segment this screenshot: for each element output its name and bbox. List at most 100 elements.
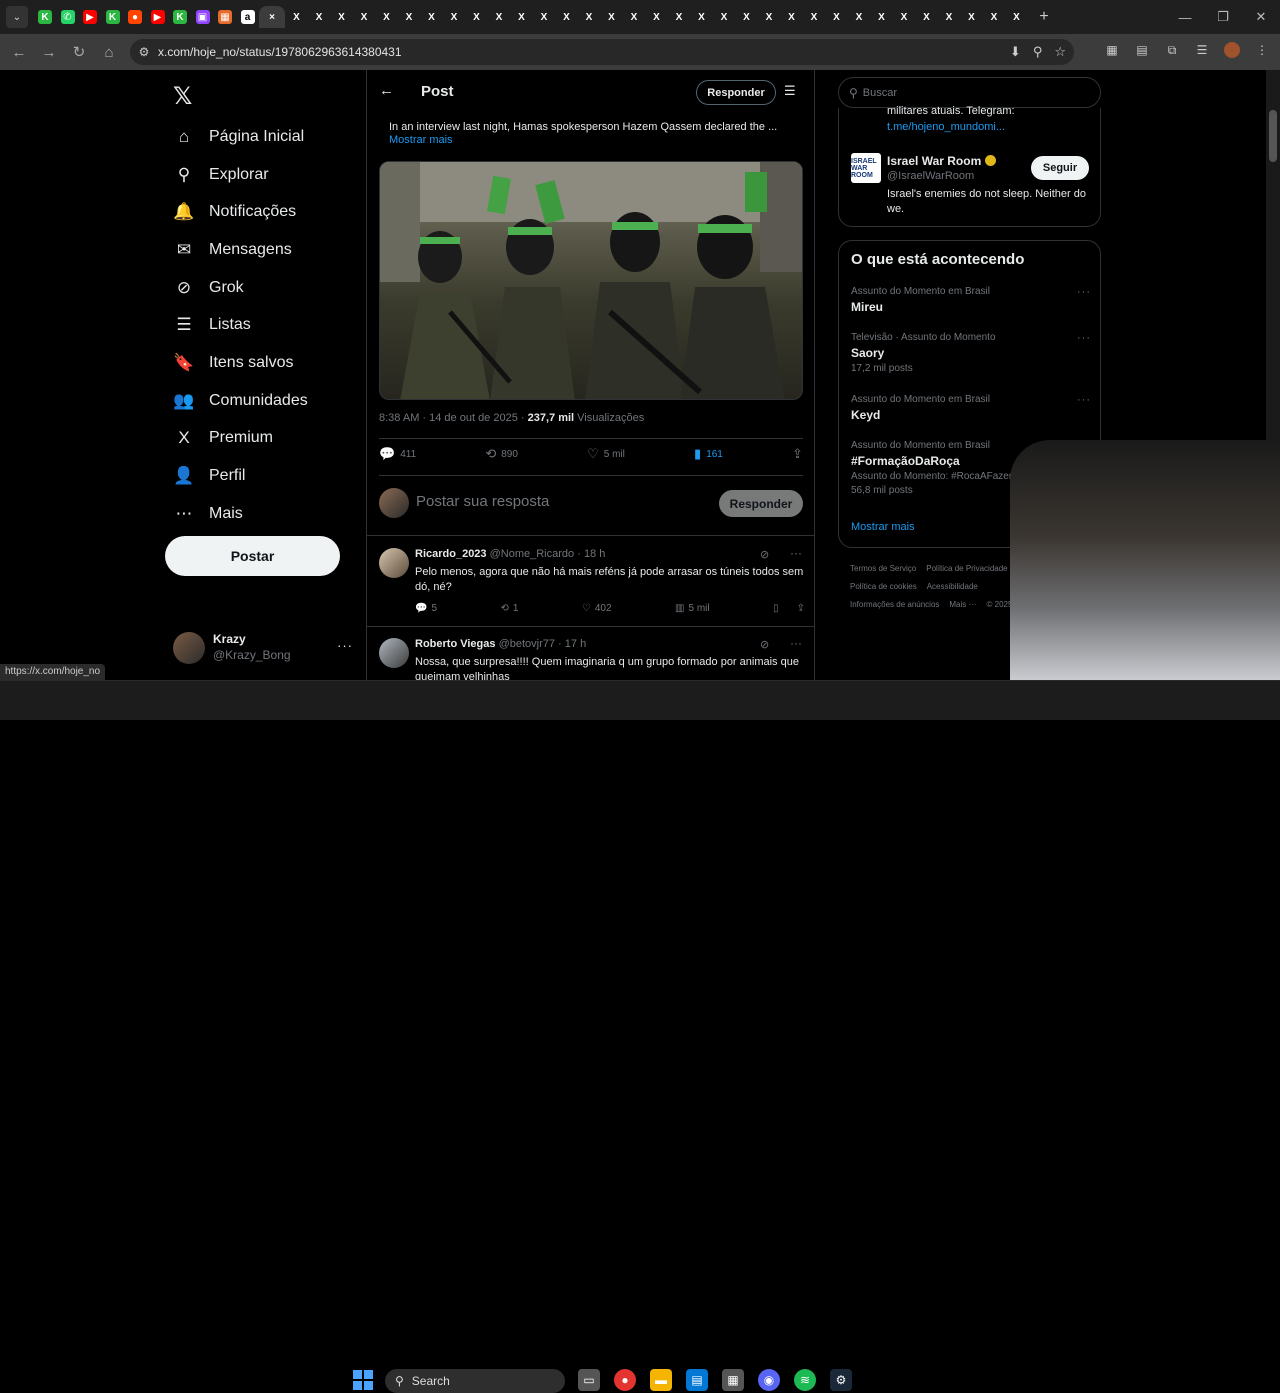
browser-tab[interactable]: X [466, 6, 488, 28]
browser-tab[interactable]: ▣ [192, 6, 214, 28]
browser-tab[interactable]: X [511, 6, 533, 28]
windows-start-icon[interactable] [353, 1370, 373, 1390]
browser-tab[interactable]: X [308, 6, 330, 28]
reply-author-name[interactable]: Ricardo_2023 [415, 548, 487, 560]
browser-tab[interactable]: X [556, 6, 578, 28]
grok-icon[interactable]: ⊘ [760, 548, 769, 561]
url-bar[interactable]: ⚙ x.com/hoje_no/status/19780629636143804… [130, 39, 1074, 65]
reply-author-name[interactable]: Roberto Viegas [415, 638, 496, 650]
browser-tab[interactable]: X [736, 6, 758, 28]
taskbar-search[interactable]: ⚲ Search [385, 1369, 565, 1393]
browser-tab[interactable]: X [668, 6, 690, 28]
account-switcher[interactable]: Krazy @Krazy_Bong ··· [173, 630, 353, 664]
calculator-icon[interactable]: ▦ [722, 1369, 744, 1391]
search-input[interactable]: ⚲ Buscar [838, 77, 1101, 108]
browser-tab[interactable]: X [488, 6, 510, 28]
browser-tab[interactable]: ▶ [147, 6, 169, 28]
more-options-icon[interactable]: ··· [790, 636, 802, 650]
trend-item[interactable]: Assunto do Momento em Brasil Mireu ··· [851, 286, 1091, 314]
bookmark-action[interactable]: ▯ ⇪ [773, 603, 805, 614]
more-options-icon[interactable]: ··· [337, 638, 353, 653]
browser-tab[interactable]: X [601, 6, 623, 28]
nav-item-premium[interactable]: X Premium [173, 423, 273, 453]
footer-link[interactable]: Termos de Serviço [850, 564, 916, 573]
post-button[interactable]: Postar [165, 536, 340, 576]
browser-tab[interactable]: X [376, 6, 398, 28]
more-options-icon[interactable]: ··· [1077, 394, 1091, 406]
repost-action[interactable]: ⟲ 1 [500, 603, 518, 614]
trend-item[interactable]: Televisão · Assunto do Momento Saory 17,2 … [851, 332, 1091, 374]
chrome-icon[interactable]: ● [614, 1369, 636, 1391]
minimize-button[interactable]: — [1166, 10, 1204, 25]
browser-tab[interactable]: a [237, 6, 259, 28]
nav-item-grok[interactable]: ⊘ Grok [173, 273, 244, 303]
browser-tab[interactable]: X [691, 6, 713, 28]
footer-link[interactable]: Política de Privacidade [926, 564, 1007, 573]
browser-tab[interactable]: X [533, 6, 555, 28]
spotify-icon[interactable]: ≋ [794, 1369, 816, 1391]
browser-tab[interactable]: K [34, 6, 56, 28]
browser-tab[interactable]: X [871, 6, 893, 28]
tab-search-button[interactable]: ⌄ [6, 6, 28, 28]
footer-link[interactable]: Informações de anúncios [850, 600, 939, 609]
task-view-icon[interactable]: ▭ [578, 1369, 600, 1391]
browser-tab[interactable]: X [623, 6, 645, 28]
like-action[interactable]: ♡ 402 [582, 603, 612, 614]
reply-item[interactable]: Roberto Viegas @betovjr77 · 17 h ⊘ ··· N… [367, 630, 814, 680]
views-action[interactable]: ▥ 5 mil [675, 603, 710, 614]
browser-tab[interactable]: X [286, 6, 308, 28]
more-options-icon[interactable]: ··· [790, 546, 802, 560]
footer-link[interactable]: Política de cookies [850, 582, 917, 591]
browser-tab[interactable]: K [169, 6, 191, 28]
show-more-trends-link[interactable]: Mostrar mais [851, 521, 915, 533]
browser-tab[interactable]: X [983, 6, 1005, 28]
nav-item-explorar[interactable]: ⚲ Explorar [173, 160, 269, 190]
scrollbar-thumb[interactable] [1269, 110, 1277, 162]
home-button[interactable]: ⌂ [94, 44, 124, 61]
browser-tab[interactable]: X [353, 6, 375, 28]
bookmark-star-icon[interactable]: ☆ [1054, 44, 1066, 60]
filter-icon[interactable]: ☰ [784, 83, 796, 99]
reading-list-icon[interactable]: ☰ [1194, 42, 1210, 58]
new-tab-button[interactable]: + [1034, 8, 1054, 26]
grok-icon[interactable]: ⊘ [760, 638, 769, 651]
browser-tab[interactable]: X [781, 6, 803, 28]
reply-action[interactable]: 💬 5 [415, 603, 437, 614]
browser-tab[interactable]: ▶ [79, 6, 101, 28]
nav-item-itens-salvos[interactable]: 🔖 Itens salvos [173, 348, 293, 378]
bookmark-action[interactable]: ▮ 161 [694, 446, 723, 462]
maximize-button[interactable]: ❐ [1204, 9, 1242, 25]
back-arrow-icon[interactable]: ← [379, 82, 394, 99]
forward-button[interactable]: → [34, 44, 64, 61]
tweet-image[interactable] [379, 161, 803, 400]
telegram-link[interactable]: t.me/hojeno_mundomi... [887, 121, 1005, 133]
browser-tab[interactable]: X [893, 6, 915, 28]
install-icon[interactable]: ⬇ [1010, 44, 1021, 60]
more-options-icon[interactable]: ··· [1077, 286, 1091, 298]
browser-tab[interactable]: K [102, 6, 124, 28]
browser-tab[interactable]: X [443, 6, 465, 28]
nav-item-p-gina-inicial[interactable]: ⌂ Página Inicial [173, 122, 304, 152]
reply-header-button[interactable]: Responder [696, 80, 776, 105]
nav-item-comunidades[interactable]: 👥 Comunidades [173, 386, 307, 416]
reply-input[interactable]: Postar sua resposta [416, 493, 549, 510]
browser-tab[interactable]: ● [124, 6, 146, 28]
puzzle-icon[interactable]: ⧉ [1164, 42, 1180, 58]
nav-item-mensagens[interactable]: ✉ Mensagens [173, 235, 292, 265]
like-action[interactable]: ♡ 5 mil [587, 446, 625, 462]
browser-tab[interactable]: X [938, 6, 960, 28]
browser-tab[interactable]: X [398, 6, 420, 28]
reply-submit-button[interactable]: Responder [719, 490, 803, 517]
more-options-icon[interactable]: ··· [1077, 332, 1091, 344]
show-more-link[interactable]: Mostrar mais [389, 134, 453, 146]
footer-link[interactable]: Mais ··· [949, 600, 976, 609]
reply-action[interactable]: 💬 411 [379, 446, 416, 462]
steam-icon[interactable]: ⚙ [830, 1369, 852, 1391]
site-info-icon[interactable]: ⚙ [130, 45, 158, 59]
zoom-icon[interactable]: ⚲ [1033, 44, 1043, 60]
reload-button[interactable]: ↻ [64, 43, 94, 61]
browser-tab[interactable]: X [331, 6, 353, 28]
close-window-button[interactable]: ✕ [1242, 9, 1280, 25]
footer-link[interactable]: Acessibilidade [927, 582, 978, 591]
browser-tab[interactable]: X [961, 6, 983, 28]
